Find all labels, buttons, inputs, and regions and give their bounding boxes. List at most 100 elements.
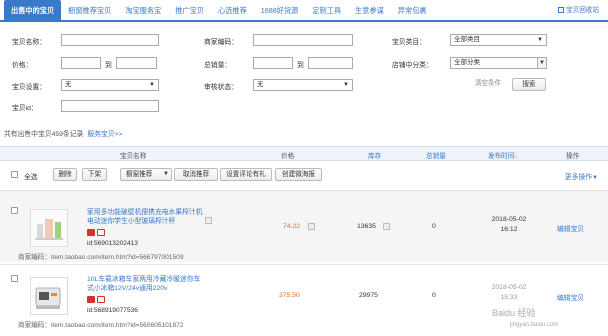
price-to-label: 到	[105, 62, 112, 69]
tab-curated[interactable]: 心选推荐	[211, 0, 254, 20]
product-thumbnail[interactable]	[30, 277, 68, 315]
chevron-down-icon: ▼	[592, 175, 598, 181]
publish-date: 2018-05-02	[491, 284, 527, 291]
more-actions[interactable]: 更多操作▼	[565, 171, 598, 181]
audit-label: 审核状态：	[204, 84, 238, 91]
code-input[interactable]	[253, 34, 353, 46]
clear-button[interactable]: 清空条件	[468, 78, 508, 91]
tab-on-sale[interactable]: 出售中的宝贝	[4, 0, 62, 20]
recommend-label: 橱窗推荐	[126, 171, 153, 178]
sales-label: 总销量：	[204, 62, 232, 69]
select-all-checkbox[interactable]	[11, 171, 18, 178]
merchant-code: 商家编码：item.taobao.com/item.htm?id=5606051…	[18, 322, 184, 329]
id-input[interactable]	[61, 100, 159, 112]
publish-time: 16:12	[500, 226, 518, 233]
price-label: 价格：	[12, 62, 33, 69]
table-row: 家用多功能破壁机便携充电水果榨汁机电动迷你学生小型玻璃榨汁杯 id:569013…	[0, 190, 608, 262]
product-stock: 29975	[359, 292, 378, 299]
shop-category-value: 全部分类	[454, 59, 480, 66]
select-all-label: 全选	[24, 174, 38, 181]
audit-value: 无	[257, 81, 264, 88]
category-select[interactable]: 全部类目 ▼	[450, 34, 547, 46]
name-label: 宝贝名称：	[12, 39, 46, 46]
recommend-button[interactable]: 橱窗推荐 ▼	[120, 168, 172, 181]
trash-icon	[558, 7, 565, 13]
watermark-logo: Baidu 经验	[492, 308, 536, 318]
cancel-recommend-button[interactable]: 取消推荐	[174, 168, 218, 181]
product-thumbnail[interactable]	[30, 209, 68, 247]
category-label: 宝贝类目：	[392, 39, 426, 46]
code-label: 商家编码：	[204, 39, 238, 46]
settings-label: 宝贝设置：	[12, 84, 46, 91]
tag-icon	[97, 229, 105, 236]
chevron-down-icon: ▼	[163, 171, 169, 177]
col-name: 宝贝名称	[120, 153, 147, 160]
shop-category-select[interactable]: 全部分类 ▼	[450, 57, 547, 69]
record-count: 共有出售中宝贝459条记录	[4, 131, 84, 138]
summary: 共有出售中宝贝459条记录 服务宝贝>>	[4, 128, 122, 138]
col-ops: 操作	[566, 153, 580, 160]
col-time[interactable]: 发布时间↓	[488, 150, 518, 160]
tab-custom-tools[interactable]: 定制工具	[305, 0, 348, 20]
audit-select[interactable]: 无 ▼	[253, 79, 353, 91]
sort-down-icon: ↓	[514, 153, 518, 160]
delist-button[interactable]: 下架	[82, 168, 107, 181]
tab-abnormal-parcel[interactable]: 异常包裹	[391, 0, 434, 20]
category-value: 全部类目	[454, 36, 480, 43]
product-price: 375.50	[279, 292, 300, 299]
row-checkbox[interactable]	[11, 207, 18, 214]
edit-item-link[interactable]: 编辑宝贝	[557, 292, 584, 302]
create-campaign-button[interactable]: 创建微海报	[275, 168, 322, 181]
edit-stock-icon[interactable]	[383, 223, 390, 230]
col-sales[interactable]: 总销量	[426, 150, 446, 160]
chevron-down-icon: ▼	[537, 58, 546, 68]
publish-date: 2018-05-02	[491, 216, 527, 223]
tab-business-advisor[interactable]: 生意参谋	[348, 0, 391, 20]
delete-button[interactable]: 删除	[53, 168, 77, 181]
col-price: 价格	[281, 153, 295, 160]
watermark-url: jingyan.baidu.com	[510, 322, 559, 328]
edit-item-link[interactable]: 编辑宝贝	[557, 223, 584, 233]
publish-time: 15:33	[500, 294, 518, 301]
product-stock: 13635	[357, 223, 376, 230]
tab-service[interactable]: 淘宝服务宝	[118, 0, 168, 20]
settings-select[interactable]: 无 ▼	[61, 79, 159, 91]
product-title-link[interactable]: 家用多功能破壁机便携充电水果榨汁机电动迷你学生小型玻璃榨汁杯	[87, 208, 207, 226]
name-input[interactable]	[61, 34, 159, 46]
bulk-toolbar: 全选 删除 下架 橱窗推荐 ▼ 取消推荐 设置评论有礼 创建微海报 更多操作▼	[0, 161, 608, 185]
chevron-down-icon: ▼	[149, 82, 155, 88]
product-sales: 0	[432, 223, 436, 230]
recycle-bin-link[interactable]: 宝贝回收站	[551, 0, 606, 22]
row-checkbox[interactable]	[11, 275, 18, 282]
sales-to-label: 到	[297, 62, 304, 69]
settings-value: 无	[65, 81, 72, 88]
price-min-input[interactable]	[61, 57, 101, 69]
sales-max-input[interactable]	[308, 57, 353, 69]
table-header: 宝贝名称 价格 库存 总销量 发布时间↓ 操作	[0, 146, 608, 161]
col-stock[interactable]: 库存	[368, 150, 381, 160]
col-time-label: 发布时间	[488, 153, 515, 160]
tab-bar: 出售中的宝贝 橱窗推荐宝贝 淘宝服务宝 推广宝贝 心选推荐 1688好货源 定制…	[0, 0, 608, 22]
product-id: id:568919077536	[87, 307, 138, 314]
recycle-bin-label: 宝贝回收站	[566, 7, 599, 14]
product-title-link[interactable]: 10L车载冰箱车家两用冷藏冷暖迷你车式小冰箱12V/24v通用220v	[87, 275, 207, 293]
set-review-button[interactable]: 设置评论有礼	[220, 168, 272, 181]
merchant-code: 商家编码：item.taobao.com/item.htm?id=5667970…	[18, 254, 184, 261]
chevron-down-icon: ▼	[537, 37, 543, 43]
more-actions-label: 更多操作	[564, 174, 593, 181]
id-label: 宝贝id：	[12, 105, 38, 112]
tag-icon	[87, 296, 95, 303]
tab-1688[interactable]: 1688好货源	[254, 0, 306, 20]
price-max-input[interactable]	[116, 57, 157, 69]
product-price: 74.22	[283, 223, 301, 230]
tab-promote[interactable]: 推广宝贝	[168, 0, 211, 20]
edit-price-icon[interactable]	[308, 223, 315, 230]
chevron-down-icon: ▼	[343, 82, 349, 88]
search-button[interactable]: 搜索	[512, 78, 546, 91]
tag-icon	[87, 229, 95, 236]
product-sales: 0	[432, 292, 436, 299]
sales-min-input[interactable]	[253, 57, 293, 69]
tab-window-recommend[interactable]: 橱窗推荐宝贝	[61, 0, 118, 20]
edit-title-icon[interactable]	[205, 217, 212, 224]
service-items-link[interactable]: 服务宝贝>>	[87, 131, 122, 138]
